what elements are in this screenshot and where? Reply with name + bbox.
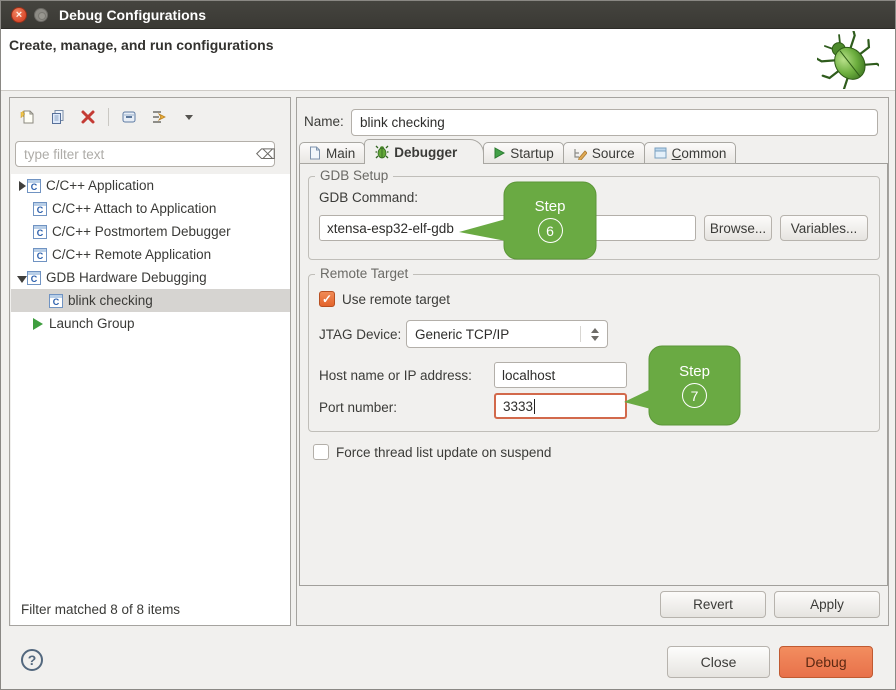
help-button[interactable]: ? [21, 649, 43, 671]
c-application-icon [33, 248, 47, 262]
configuration-tabs: Main Debugger Startup Source [299, 139, 735, 164]
c-application-icon [33, 202, 47, 216]
dialog-header: Create, manage, and run configurations [1, 29, 896, 91]
tree-item-cpp-remote[interactable]: C/C++ Remote Application [11, 243, 290, 266]
expander-collapsed-icon[interactable] [17, 181, 27, 191]
debug-configurations-dialog: × Debug Configurations Create, manage, a… [0, 0, 896, 690]
configurations-panel: ⌫ C/C++ Application C/C++ Attach to Appl… [9, 97, 291, 626]
tree-item-launch-group[interactable]: Launch Group [11, 312, 290, 335]
use-remote-target-checkbox[interactable]: ✓ [319, 291, 335, 307]
tree-item-cpp-postmortem[interactable]: C/C++ Postmortem Debugger [11, 220, 290, 243]
text-cursor [534, 399, 535, 414]
tree-item-label: C/C++ Remote Application [52, 247, 211, 262]
tab-label: Debugger [394, 145, 457, 160]
combo-spinner-icon [580, 326, 599, 342]
tree-item-label: C/C++ Application [46, 178, 154, 193]
new-configuration-icon[interactable] [18, 107, 38, 127]
use-remote-target-label: Use remote target [342, 292, 450, 307]
expander-expanded-icon[interactable] [17, 273, 27, 283]
tree-item-label: C/C++ Attach to Application [52, 201, 216, 216]
force-thread-list-label: Force thread list update on suspend [336, 445, 551, 460]
tree-item-cpp-application[interactable]: C/C++ Application [11, 174, 290, 197]
bug-icon [817, 31, 879, 89]
window-title: Debug Configurations [59, 1, 206, 29]
step-7-title: Step [679, 363, 710, 380]
c-application-icon [49, 294, 63, 308]
close-button[interactable]: Close [667, 646, 770, 678]
collapse-all-icon[interactable] [119, 107, 139, 127]
port-input[interactable]: 3333 [494, 393, 627, 419]
filter-input[interactable] [15, 141, 275, 167]
tab-label: Main [326, 146, 355, 161]
tree-item-label: GDB Hardware Debugging [46, 270, 207, 285]
source-tab-icon [573, 147, 587, 160]
duplicate-configuration-icon[interactable] [48, 107, 68, 127]
window-close-icon[interactable]: × [11, 7, 27, 23]
startup-tab-icon [493, 147, 505, 159]
step-7-callout: Step 7 [623, 345, 741, 429]
window-maximize-icon[interactable] [34, 8, 48, 22]
step-6-title: Step [535, 198, 566, 215]
toolbar-separator [108, 108, 109, 126]
jtag-device-value: Generic TCP/IP [415, 327, 509, 342]
step-6-number: 6 [538, 218, 563, 243]
variables-button[interactable]: Variables... [780, 215, 868, 241]
apply-button[interactable]: Apply [774, 591, 880, 618]
c-application-icon [27, 271, 41, 285]
tab-debugger[interactable]: Debugger [364, 139, 484, 164]
tab-main[interactable]: Main [299, 142, 365, 164]
port-label: Port number: [319, 400, 397, 415]
c-application-icon [27, 179, 41, 193]
gdb-command-label: GDB Command: [319, 190, 418, 205]
title-bar: × Debug Configurations [1, 1, 896, 29]
configuration-detail-panel: Name: Main Debugger Startup [296, 97, 889, 626]
configurations-toolbar [10, 98, 290, 136]
tree-item-gdb-hardware-debugging[interactable]: GDB Hardware Debugging [11, 266, 290, 289]
force-thread-list-checkbox[interactable] [313, 444, 329, 460]
tab-common[interactable]: Common [644, 142, 737, 164]
tab-startup[interactable]: Startup [483, 142, 564, 164]
debug-button[interactable]: Debug [779, 646, 873, 678]
host-label: Host name or IP address: [319, 368, 472, 383]
page-title: Create, manage, and run configurations [9, 37, 274, 53]
remote-target-legend: Remote Target [315, 266, 413, 281]
common-tab-icon [654, 147, 667, 159]
c-application-icon [33, 225, 47, 239]
tree-item-label: blink checking [68, 293, 153, 308]
tab-label: Source [592, 146, 635, 161]
toolbar-menu-chevron-icon[interactable] [179, 107, 199, 127]
configuration-tree: C/C++ Application C/C++ Attach to Applic… [11, 174, 290, 625]
clear-filter-icon[interactable]: ⌫ [256, 145, 274, 163]
name-label: Name: [304, 114, 344, 129]
tab-label: Common [672, 146, 727, 161]
main-tab-icon [309, 146, 321, 160]
delete-configuration-icon[interactable] [78, 107, 98, 127]
tree-item-label: Launch Group [49, 316, 135, 331]
tab-source[interactable]: Source [563, 142, 645, 164]
name-input[interactable] [351, 109, 878, 136]
remote-target-group: Remote Target ✓ Use remote target JTAG D… [308, 274, 880, 432]
tree-item-blink-checking[interactable]: blink checking [11, 289, 290, 312]
revert-button[interactable]: Revert [660, 591, 766, 618]
host-input[interactable] [494, 362, 627, 388]
tree-item-cpp-attach[interactable]: C/C++ Attach to Application [11, 197, 290, 220]
tree-item-label: C/C++ Postmortem Debugger [52, 224, 231, 239]
launch-group-icon [33, 318, 43, 330]
jtag-device-label: JTAG Device: [319, 327, 401, 342]
step-6-callout: Step 6 [456, 181, 598, 261]
filter-configurations-icon[interactable] [149, 107, 169, 127]
jtag-device-select[interactable]: Generic TCP/IP [406, 320, 608, 348]
port-value: 3333 [503, 399, 533, 414]
debugger-tab-icon [375, 145, 389, 159]
step-7-number: 7 [682, 383, 707, 408]
tab-label: Startup [510, 146, 554, 161]
filter-status-text: Filter matched 8 of 8 items [21, 602, 180, 617]
browse-button[interactable]: Browse... [704, 215, 772, 241]
gdb-setup-legend: GDB Setup [315, 168, 393, 183]
